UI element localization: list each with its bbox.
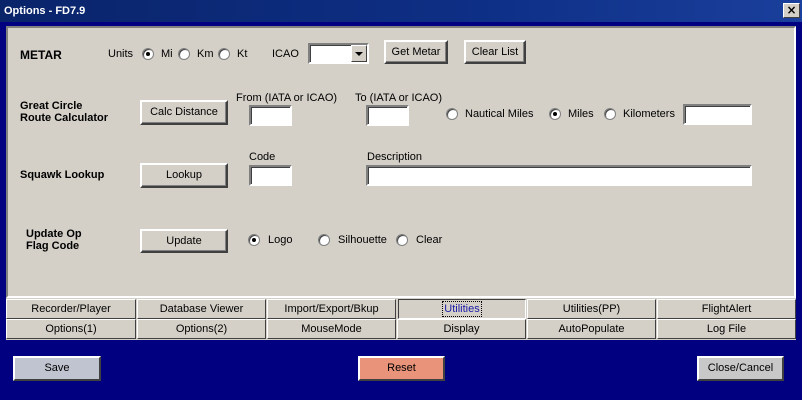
code-label: Code <box>249 151 276 163</box>
reset-button[interactable]: Reset <box>358 356 445 381</box>
from-airport-input[interactable] <box>249 105 292 126</box>
flag-logo-label: Logo <box>268 234 293 246</box>
close-icon: × <box>786 3 797 17</box>
gc-unit-miles-label: Miles <box>568 108 594 120</box>
flag-code-heading-line2: Flag Code <box>26 240 80 252</box>
chevron-down-icon[interactable] <box>351 45 367 62</box>
icao-combobox[interactable] <box>308 43 369 64</box>
close-window-button[interactable]: × <box>783 3 800 18</box>
icao-label: ICAO <box>272 48 299 60</box>
gc-unit-km-label: Kilometers <box>623 108 675 120</box>
flag-clear-label: Clear <box>416 234 443 246</box>
window-title: Options - FD7.9 <box>4 5 86 17</box>
flag-silhouette-label: Silhouette <box>338 234 387 246</box>
utilities-panel: METAR Units Mi Km Kt ICAO Get Metar Clea… <box>6 26 796 298</box>
flag-clear-radio[interactable] <box>396 234 408 246</box>
tab-mousemode[interactable]: MouseMode <box>267 319 396 339</box>
squawk-code-input[interactable] <box>249 165 292 186</box>
gc-unit-miles-radio[interactable] <box>549 108 561 120</box>
flag-code-heading-line1: Update Op <box>26 228 82 240</box>
tab-strip: Recorder/Player Database Viewer Import/E… <box>6 298 796 340</box>
update-button[interactable]: Update <box>140 229 228 253</box>
get-metar-button[interactable]: Get Metar <box>384 40 448 64</box>
great-circle-heading-line1: Great Circle <box>20 100 83 112</box>
gc-unit-nautical-label: Nautical Miles <box>465 108 534 120</box>
save-button[interactable]: Save <box>13 356 101 381</box>
flag-silhouette-radio[interactable] <box>318 234 330 246</box>
gc-unit-nautical-radio[interactable] <box>446 108 458 120</box>
tab-database-viewer[interactable]: Database Viewer <box>137 299 266 319</box>
from-label: From (IATA or ICAO) <box>236 92 338 104</box>
to-airport-input[interactable] <box>366 105 409 126</box>
tab-import-export-bkup[interactable]: Import/Export/Bkup <box>267 299 396 319</box>
close-cancel-button[interactable]: Close/Cancel <box>697 356 784 381</box>
metar-unit-kt-radio[interactable] <box>218 48 230 60</box>
description-label: Description <box>367 151 423 163</box>
flag-logo-radio[interactable] <box>248 234 260 246</box>
lookup-button[interactable]: Lookup <box>140 163 228 188</box>
metar-unit-kt-label: Kt <box>237 48 248 60</box>
tab-utilities[interactable]: Utilities <box>398 299 526 319</box>
tab-options-1[interactable]: Options(1) <box>6 319 136 339</box>
great-circle-heading: Great Circle Route Calculator <box>20 100 108 124</box>
metar-unit-km-radio[interactable] <box>178 48 190 60</box>
units-label: Units <box>108 48 134 60</box>
distance-result-field[interactable] <box>683 104 752 125</box>
tab-autopopulate[interactable]: AutoPopulate <box>527 319 656 339</box>
squawk-description-field[interactable] <box>366 165 752 186</box>
clear-list-button[interactable]: Clear List <box>464 40 526 64</box>
squawk-heading: Squawk Lookup <box>20 169 105 181</box>
to-label: To (IATA or ICAO) <box>355 92 442 104</box>
gc-unit-km-radio[interactable] <box>604 108 616 120</box>
tab-options-2[interactable]: Options(2) <box>137 319 266 339</box>
tab-flightalert[interactable]: FlightAlert <box>657 299 796 319</box>
great-circle-heading-line2: Route Calculator <box>20 112 109 124</box>
metar-heading: METAR <box>20 48 62 62</box>
metar-unit-mi-label: Mi <box>161 48 173 60</box>
tab-utilities-pp[interactable]: Utilities(PP) <box>527 299 656 319</box>
calc-distance-button[interactable]: Calc Distance <box>140 100 228 125</box>
tab-recorder-player[interactable]: Recorder/Player <box>6 299 136 319</box>
tab-log-file[interactable]: Log File <box>657 319 796 339</box>
flag-code-heading: Update Op Flag Code <box>26 228 82 252</box>
metar-unit-km-label: Km <box>197 48 214 60</box>
title-bar: Options - FD7.9 × <box>0 0 802 22</box>
tab-display[interactable]: Display <box>397 319 526 339</box>
metar-unit-mi-radio[interactable] <box>142 48 154 60</box>
